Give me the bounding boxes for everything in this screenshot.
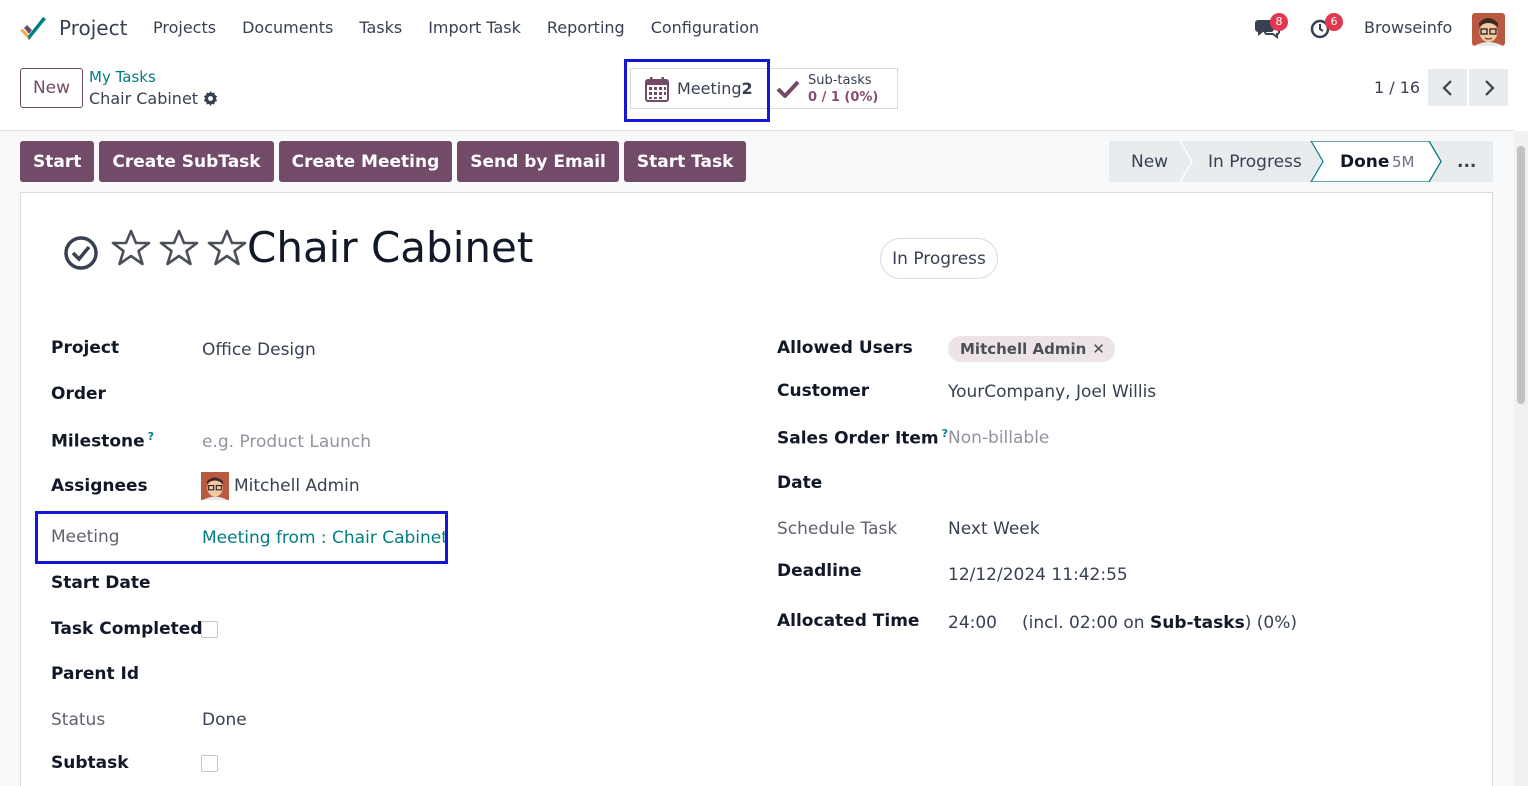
allocated-note-subtasks: Sub-tasks — [1149, 613, 1245, 633]
activities-badge: 6 — [1325, 13, 1343, 31]
deadline-label: Deadline — [777, 561, 862, 581]
priority-star-3-icon — [207, 229, 247, 266]
priority-star-1-icon — [111, 229, 151, 266]
gear-icon[interactable] — [203, 91, 218, 106]
task-completed-label: Task Completed — [51, 619, 203, 639]
deadline-field[interactable]: 12/12/2024 11:42:55 — [948, 565, 1128, 585]
messages-badge: 8 — [1270, 13, 1288, 31]
allocated-note-suffix: ) (0%) — [1244, 613, 1297, 633]
schedule-task-label: Schedule Task — [777, 519, 898, 539]
task-title[interactable]: Chair Cabinet — [247, 223, 533, 272]
breadcrumb-current: Chair Cabinet — [89, 89, 218, 108]
assignee-avatar — [201, 472, 229, 500]
task-completed-checkbox[interactable] — [201, 621, 218, 638]
project-field[interactable]: Office Design — [202, 340, 316, 360]
app-name[interactable]: Project — [59, 16, 127, 40]
stage-new[interactable]: New — [1131, 141, 1168, 182]
assignees-field[interactable]: Mitchell Admin — [234, 476, 360, 496]
subtask-checkbox[interactable] — [201, 755, 218, 772]
allocated-time-field[interactable]: 24:00 — [948, 613, 997, 633]
create-subtask-button[interactable]: Create SubTask — [99, 141, 274, 182]
project-app-logo-icon[interactable] — [18, 16, 48, 44]
start-button[interactable]: Start — [20, 141, 95, 182]
schedule-task-field[interactable]: Next Week — [948, 519, 1040, 539]
meeting-field-highlight — [35, 511, 448, 564]
allocated-note-prefix: (incl. 02:00 on — [1022, 613, 1145, 633]
pager-next-button[interactable] — [1469, 69, 1508, 106]
date-label: Date — [777, 473, 823, 493]
milestone-label: Milestone? — [51, 430, 154, 452]
start-date-label: Start Date — [51, 573, 151, 593]
stage-more[interactable]: ... — [1457, 141, 1476, 182]
menu-documents[interactable]: Documents — [242, 18, 333, 37]
status-label: Status — [51, 710, 106, 730]
stage-done-duration: 5M — [1392, 152, 1415, 171]
sales-order-item-label-text: Sales Order Item — [777, 428, 939, 449]
customer-label: Customer — [777, 381, 870, 401]
priority-star-2-icon — [159, 229, 199, 266]
stage-in-progress[interactable]: In Progress — [1208, 141, 1302, 182]
meeting-button-highlight — [624, 59, 770, 122]
breadcrumb-my-tasks[interactable]: My Tasks — [89, 68, 156, 86]
priority-stars — [111, 229, 247, 266]
menu-tasks[interactable]: Tasks — [359, 18, 402, 37]
top-navbar: Project Projects Documents Tasks Import … — [0, 0, 1528, 58]
breadcrumb-current-label: Chair Cabinet — [89, 89, 199, 108]
send-by-email-button[interactable]: Send by Email — [457, 141, 619, 182]
subtasks-smart-label: Sub-tasks — [808, 72, 872, 88]
new-button[interactable]: New — [20, 68, 83, 108]
assignees-label: Assignees — [51, 476, 148, 496]
menu-reporting[interactable]: Reporting — [547, 18, 625, 37]
user-avatar[interactable] — [1472, 13, 1505, 46]
remove-tag-icon[interactable]: ✕ — [1092, 340, 1105, 358]
allocated-time-label: Allocated Time — [777, 611, 920, 631]
chevron-right-icon — [1484, 79, 1495, 96]
allowed-user-tag[interactable]: Mitchell Admin ✕ — [948, 336, 1115, 362]
main-menu: Projects Documents Tasks Import Task Rep… — [153, 18, 785, 37]
menu-configuration[interactable]: Configuration — [651, 18, 760, 37]
page-scrollbar-thumb[interactable] — [1517, 146, 1525, 404]
pager-previous-button[interactable] — [1428, 69, 1467, 106]
parent-id-label: Parent Id — [51, 664, 140, 684]
pager-value[interactable]: 1 / 16 — [1374, 78, 1420, 97]
milestone-label-text: Milestone — [51, 431, 145, 452]
create-meeting-button[interactable]: Create Meeting — [278, 141, 453, 182]
menu-import-task[interactable]: Import Task — [428, 18, 521, 37]
subtasks-smart-button[interactable]: Sub-tasks 0 / 1 (0%) — [768, 68, 898, 109]
milestone-help-icon[interactable]: ? — [148, 430, 154, 443]
action-buttons: Start Create SubTask Create Meeting Send… — [20, 141, 751, 182]
sales-order-item-label: Sales Order Item? — [777, 427, 948, 449]
milestone-field[interactable]: e.g. Product Launch — [202, 432, 371, 452]
subtasks-smart-value: 0 / 1 (0%) — [808, 89, 879, 105]
customer-field[interactable]: YourCompany, Joel Willis — [948, 382, 1156, 402]
task-state-pill[interactable]: In Progress — [880, 238, 998, 279]
allowed-users-label: Allowed Users — [777, 338, 913, 358]
sales-order-item-field[interactable]: Non-billable — [948, 428, 1049, 448]
checkmark-icon — [776, 80, 800, 98]
allocated-time-subtasks-note: (incl. 02:00 on Sub-tasks) (0%) — [1022, 613, 1297, 633]
status-field: Done — [202, 710, 247, 730]
user-name[interactable]: Browseinfo — [1364, 18, 1452, 37]
allowed-user-tag-label: Mitchell Admin — [960, 340, 1087, 358]
chevron-left-icon — [1441, 79, 1452, 96]
task-done-check-icon[interactable] — [62, 235, 100, 271]
subtask-label: Subtask — [51, 753, 129, 773]
stage-statusbar: New In Progress Done 5M ... — [1109, 141, 1493, 182]
order-label: Order — [51, 384, 106, 404]
project-label: Project — [51, 338, 120, 358]
start-task-button[interactable]: Start Task — [623, 141, 747, 182]
stage-done[interactable]: Done — [1340, 141, 1389, 182]
menu-projects[interactable]: Projects — [153, 18, 216, 37]
